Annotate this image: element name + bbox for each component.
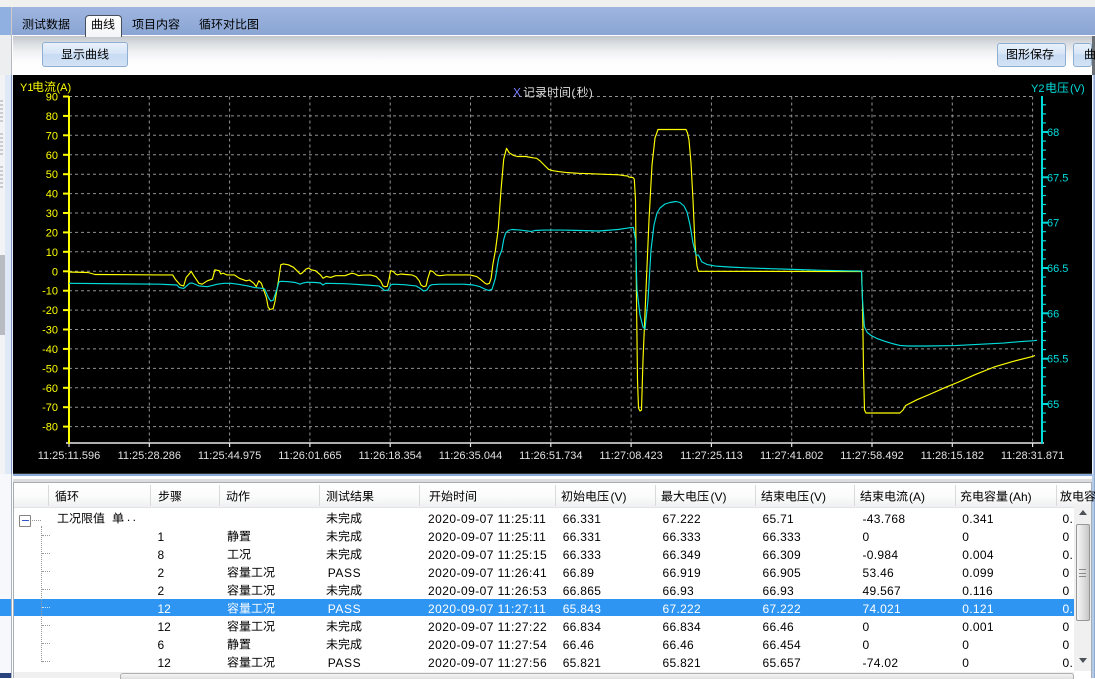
svg-text:11:25:11.596: 11:25:11.596 [38,450,101,462]
svg-text:11:27:58.492: 11:27:58.492 [840,450,903,462]
svg-text:11:26:01.665: 11:26:01.665 [278,450,341,462]
svg-text:-30: -30 [42,325,58,337]
svg-text:11:27:41.802: 11:27:41.802 [760,450,823,462]
svg-text:0: 0 [52,266,58,278]
svg-text:Y1: Y1 [20,82,33,94]
svg-text:(A): (A) [57,82,72,94]
svg-text:68: 68 [1047,127,1059,139]
svg-text:10: 10 [46,247,58,259]
svg-text:11:27:08.423: 11:27:08.423 [599,450,662,462]
svg-text:-20: -20 [42,305,58,317]
svg-text:50: 50 [46,169,58,181]
svg-text:65: 65 [1047,399,1059,411]
svg-text:11:26:18.354: 11:26:18.354 [358,450,421,462]
svg-text:-80: -80 [42,422,58,434]
svg-text:11:28:15.182: 11:28:15.182 [921,450,984,462]
svg-text:-40: -40 [42,344,58,356]
svg-text:67.5: 67.5 [1047,172,1068,184]
svg-text:): ) [589,88,593,100]
svg-text:30: 30 [46,208,58,220]
svg-text:-50: -50 [42,363,58,375]
svg-text:67: 67 [1047,218,1059,230]
svg-text:-60: -60 [42,383,58,395]
svg-text:11:25:28.286: 11:25:28.286 [118,450,181,462]
svg-text:80: 80 [46,111,58,123]
svg-text:11:26:51.734: 11:26:51.734 [519,450,582,462]
svg-text:-10: -10 [42,286,58,298]
svg-text:(: ( [572,88,576,100]
svg-text:60: 60 [46,150,58,162]
svg-text:X: X [513,86,521,100]
svg-text:66: 66 [1047,308,1059,320]
svg-text:11:25:44.975: 11:25:44.975 [198,450,261,462]
svg-text:65.5: 65.5 [1047,354,1068,366]
svg-text:20: 20 [46,227,58,239]
svg-text:66.5: 66.5 [1047,263,1068,275]
svg-text:11:28:31.871: 11:28:31.871 [1001,450,1064,462]
svg-text:70: 70 [46,130,58,142]
svg-text:Y2: Y2 [1031,83,1044,95]
svg-text:11:27:25.113: 11:27:25.113 [680,450,743,462]
svg-text:(V): (V) [1070,83,1085,95]
svg-text:40: 40 [46,189,58,201]
svg-text:11:26:35.044: 11:26:35.044 [439,450,502,462]
svg-text:-70: -70 [42,402,58,414]
